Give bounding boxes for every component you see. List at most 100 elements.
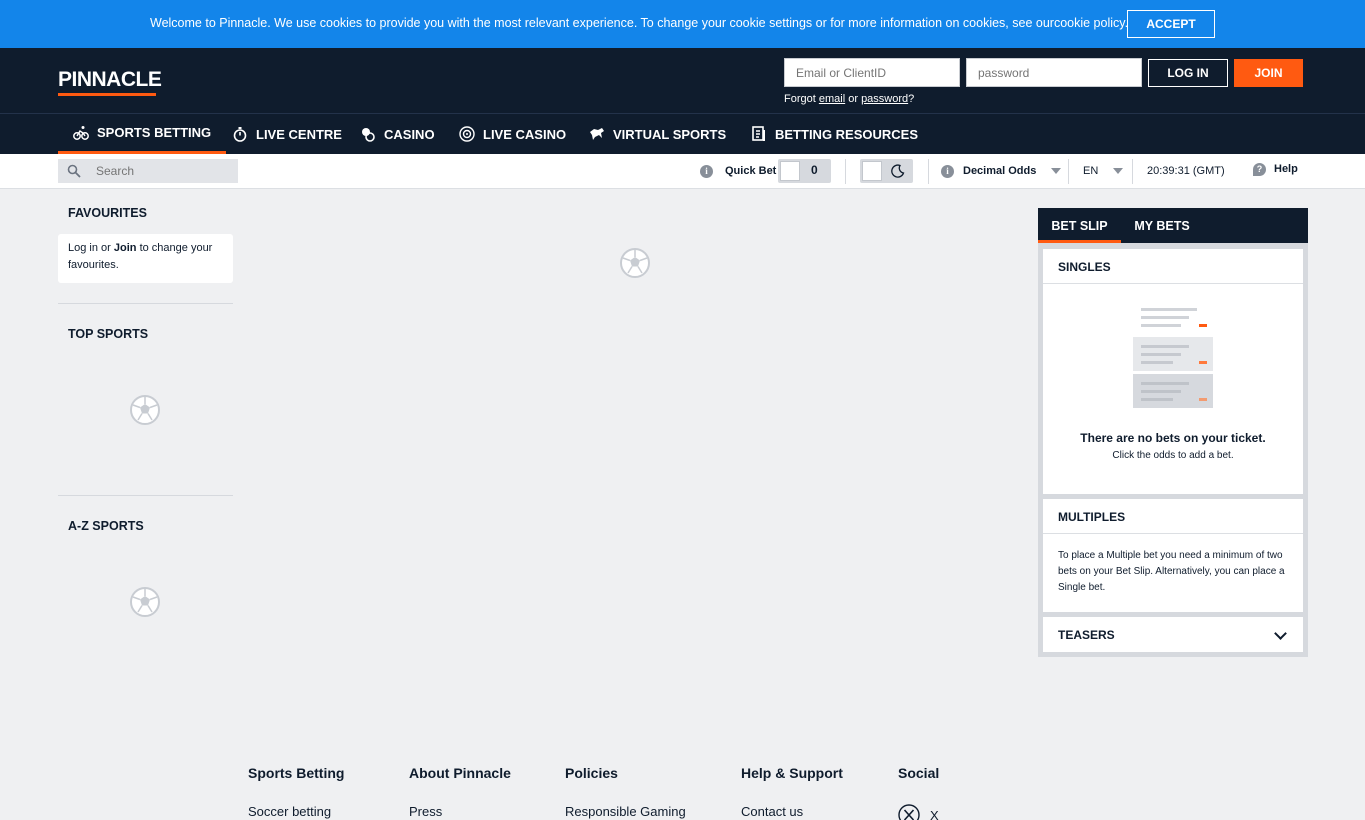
footer-column-about: About Pinnacle Press [409,765,511,819]
odds-format-select[interactable]: i Decimal Odds [941,154,1062,188]
chevron-down-icon [1113,168,1124,174]
x-logo-icon [898,804,920,820]
password-field[interactable] [966,58,1142,87]
help-label: Help [1274,163,1298,175]
nav-sports-betting[interactable]: SPORTS BETTING [58,114,227,154]
forgot-prefix: Forgot [784,93,816,105]
language-label: EN [1083,165,1099,177]
footer-link-press[interactable]: Press [409,804,511,819]
footer-heading: Sports Betting [248,765,345,781]
footer-column-policies: Policies Responsible Gaming [565,765,686,819]
search-box [58,159,238,183]
footer-heading: Help & Support [741,765,843,781]
moon-icon [891,164,905,178]
cookie-text: Welcome to Pinnacle. We use cookies to p… [150,16,1129,30]
info-icon: i [700,164,713,178]
bet-slip: BET SLIP MY BETS SINGLES There are no be… [1038,208,1308,657]
empty-ticket-title: There are no bets on your ticket. [1080,431,1266,445]
loading-ball-icon [620,248,650,278]
casino-chips-icon [362,128,375,142]
empty-ticket-subtitle: Click the odds to add a bet. [1112,450,1234,461]
site-header: PINNACLE LOG IN JOIN Forgot email or pas… [0,48,1365,113]
quick-bet-info[interactable]: i [700,154,713,188]
fav-login-link[interactable]: Log in [68,242,98,254]
search-input[interactable] [96,162,226,180]
footer-link-label: X [930,807,939,820]
top-sports-title: TOP SPORTS [68,327,149,341]
cookie-banner: Welcome to Pinnacle. We use cookies to p… [0,0,1365,48]
footer-link-x[interactable]: X [898,804,939,820]
divider [1132,159,1133,184]
empty-ticket-illustration [1133,308,1213,408]
nav-label: CASINO [384,126,435,142]
dark-mode-toggle[interactable] [860,159,913,183]
nav-virtual-sports[interactable]: VIRTUAL SPORTS [589,114,726,154]
nav-live-centre[interactable]: LIVE CENTRE [232,114,342,154]
favourites-box: Log in or Join to change your favourites… [58,234,233,283]
tab-my-bets[interactable]: MY BETS [1121,208,1203,243]
forgot-email-link[interactable]: email [819,93,845,105]
teasers-panel[interactable]: TEASERS [1043,617,1303,652]
singles-panel: SINGLES There are no bets on your ticket… [1043,249,1303,494]
language-select[interactable]: EN [1083,154,1124,188]
teasers-title: TEASERS [1058,628,1115,642]
chevron-down-icon [1051,168,1062,174]
divider [58,495,233,496]
singles-title: SINGLES [1043,249,1303,284]
nav-label: LIVE CENTRE [256,126,342,142]
nav-label: BETTING RESOURCES [775,126,919,142]
favourites-title: FAVOURITES [68,206,147,220]
info-icon: i [941,164,954,178]
roulette-icon [459,126,475,142]
forgot-password-link[interactable]: password [861,93,908,105]
fav-join-link[interactable]: Join [114,242,137,254]
footer-column-help: Help & Support Contact us [741,765,843,819]
footer-heading: About Pinnacle [409,765,511,781]
divider [845,159,846,184]
email-field[interactable] [784,58,960,87]
forgot-suffix: ? [908,93,915,105]
quick-bet-toggle[interactable]: 0 [778,159,831,183]
help-link[interactable]: ? Help [1253,152,1298,186]
toolbar: i Quick Bet 0 i Decimal Odds EN 20:39:31… [0,154,1365,189]
nav-label: VIRTUAL SPORTS [613,126,727,142]
footer-link-soccer-betting[interactable]: Soccer betting [248,804,344,819]
divider [1068,159,1069,184]
footer-heading: Social [898,765,940,781]
clock: 20:39:31 (GMT) [1147,165,1225,177]
forgot-credentials: Forgot email or password? [784,93,914,105]
fav-or: or [97,242,114,254]
cyclist-icon [73,125,89,140]
join-button[interactable]: JOIN [1234,59,1303,87]
bet-slip-tabs: BET SLIP MY BETS [1038,208,1308,243]
footer-heading: Policies [565,765,618,781]
multiples-text: To place a Multiple bet you need a minim… [1058,550,1285,593]
logo-underline [58,93,156,96]
main-nav: SPORTS BETTING LIVE CENTRE CASINO LIVE C… [0,113,1365,154]
nav-betting-resources[interactable]: BETTING RESOURCES [751,114,918,154]
forgot-or: or [848,93,858,105]
tab-bet-slip[interactable]: BET SLIP [1038,208,1121,243]
multiples-title: MULTIPLES [1043,499,1303,534]
divider [58,303,233,304]
search-icon [67,164,81,178]
az-sports-title: A-Z SPORTS [68,519,144,533]
virtual-horse-icon [590,128,604,140]
footer-column-social: Social X [898,765,939,820]
loading-ball-icon [130,395,160,425]
odds-format-label: Decimal Odds [963,165,1037,177]
accept-cookies-button[interactable]: ACCEPT [1127,10,1215,38]
footer-link-responsible-gaming[interactable]: Responsible Gaming [565,804,686,819]
multiples-panel: MULTIPLES To place a Multiple bet you ne… [1043,499,1303,612]
nav-live-casino[interactable]: LIVE CASINO [459,114,566,154]
nav-casino[interactable]: CASINO [360,114,435,154]
nav-label: SPORTS BETTING [97,125,212,140]
logo-text: PINNACLE [58,68,162,91]
footer-link-contact-us[interactable]: Contact us [741,804,843,819]
toggle-knob [780,161,800,181]
toggle-knob [862,161,882,181]
document-icon [752,126,765,141]
nav-label: LIVE CASINO [483,126,567,142]
pinnacle-logo[interactable]: PINNACLE [58,68,162,96]
login-button[interactable]: LOG IN [1148,59,1228,87]
